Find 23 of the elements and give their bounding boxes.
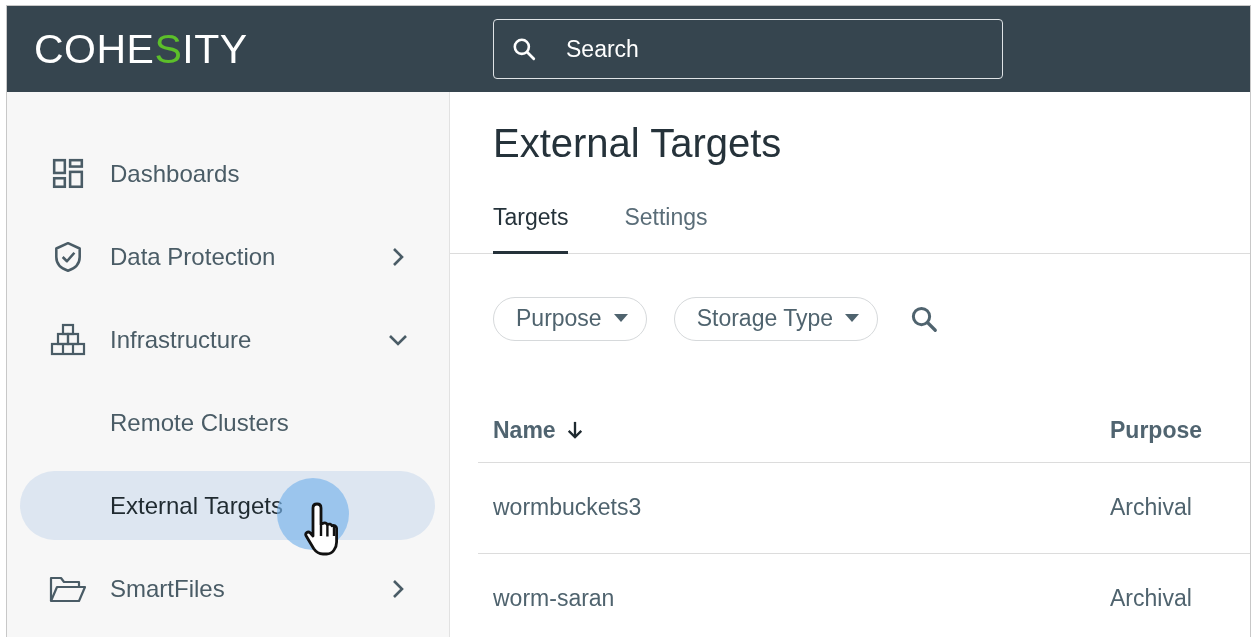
nav-item[interactable]: Infrastructure	[20, 305, 435, 375]
nav-item[interactable]: Data Protection	[20, 222, 435, 292]
caret-icon	[845, 314, 860, 323]
table-cell: Archival	[1110, 494, 1192, 520]
nav-item[interactable]: Remote Clusters	[20, 388, 435, 458]
logo: COHESITY	[33, 25, 249, 73]
column-header[interactable]: Name	[493, 416, 584, 444]
table-cell: worm-saran	[493, 585, 615, 611]
tab[interactable]: Settings	[624, 194, 708, 254]
filter-dropdown[interactable]: Storage Type	[673, 296, 879, 341]
page-title: External Targets	[493, 120, 783, 167]
table-cell: Archival	[1110, 585, 1192, 611]
tab[interactable]: Targets	[493, 194, 569, 254]
caret-icon	[613, 314, 628, 323]
column-header[interactable]: Purpose	[1110, 416, 1203, 444]
nav-item[interactable]: SmartFiles	[20, 554, 435, 623]
table-cell: wormbuckets3	[493, 494, 642, 520]
filter-dropdown[interactable]: Purpose	[493, 296, 647, 341]
blocks-icon	[50, 323, 86, 358]
search-icon	[511, 36, 537, 62]
nav-item[interactable]: External Targets	[20, 471, 435, 541]
search-field[interactable]: Search	[493, 19, 1003, 79]
nav-item[interactable]: Dashboards	[20, 140, 435, 209]
